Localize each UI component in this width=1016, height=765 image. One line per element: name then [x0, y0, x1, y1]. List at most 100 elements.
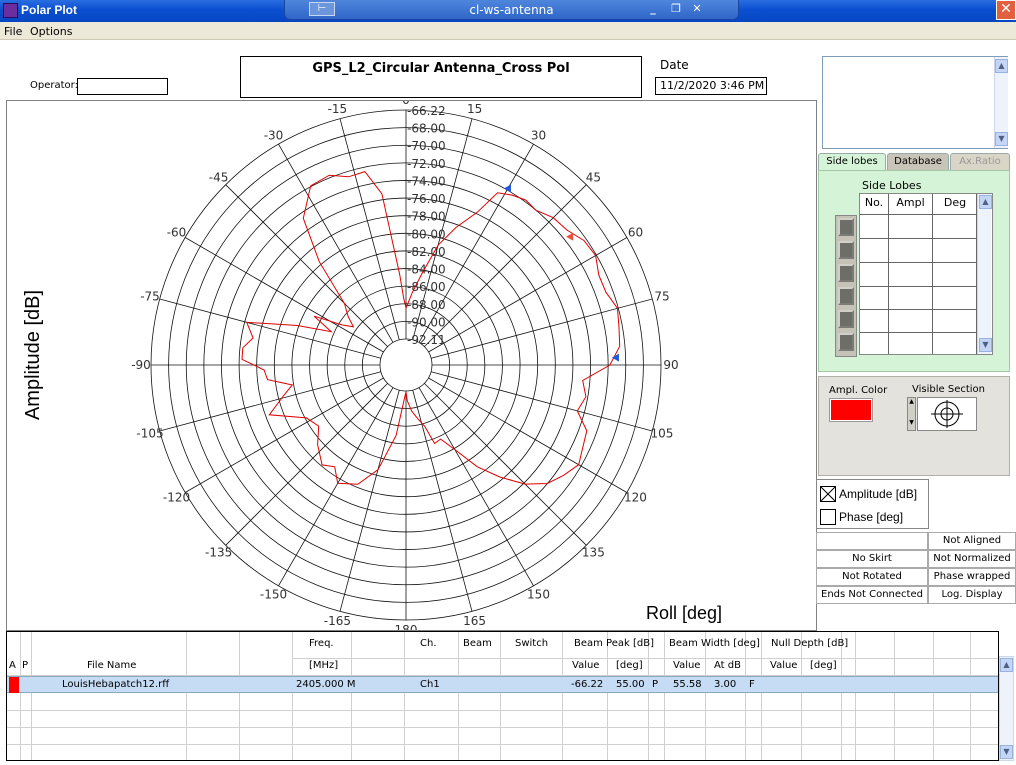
col-bp-deg: [deg] — [616, 660, 643, 671]
angle-tick-label: 75 — [654, 289, 669, 303]
side-lobe-select-button[interactable] — [838, 218, 854, 236]
x-axis-label: Roll [deg] — [646, 603, 723, 623]
side-lobe-select-button[interactable] — [838, 241, 854, 259]
angle-tick-label: 180 — [395, 623, 418, 631]
angle-tick-label: 30 — [531, 129, 546, 143]
angle-tick-label: 120 — [624, 491, 647, 505]
grid-spoke — [159, 298, 381, 359]
side-lobe-select-button[interactable] — [838, 310, 854, 328]
radial-tick-label: -88.00 — [407, 298, 446, 312]
angle-tick-label: -90 — [131, 358, 151, 372]
close-icon[interactable]: ✕ — [689, 2, 705, 16]
scroll-up-icon[interactable]: ▲ — [1000, 658, 1013, 672]
date-field[interactable]: 11/2/2020 3:46 PM — [655, 77, 767, 95]
col-freq[interactable]: Freq. — [309, 638, 334, 649]
angle-tick-label: 45 — [586, 171, 601, 185]
radial-tick-label: -92.11 — [407, 333, 446, 347]
row-color-marker[interactable] — [9, 677, 19, 693]
col-switch[interactable]: Switch — [515, 638, 548, 649]
visible-section-spinner[interactable]: ▲ ▼ — [907, 397, 916, 431]
phase-checkbox[interactable] — [820, 509, 836, 525]
polar-plot-panel[interactable]: 0153045607590105120135150165180-165-150-… — [6, 100, 817, 631]
app-title: Polar Plot — [21, 3, 78, 17]
status-no-skirt[interactable]: No Skirt — [816, 550, 928, 568]
side-lobes-scrollbar[interactable]: ▲ ▼ — [977, 194, 992, 354]
tab-database[interactable]: Database — [887, 153, 949, 171]
col-nd-deg: [deg] — [810, 660, 837, 671]
angle-tick-label: -165 — [324, 614, 351, 628]
minimize-icon[interactable]: _ — [645, 2, 661, 16]
ampl-color-swatch[interactable] — [830, 399, 872, 421]
radial-tick-label: -84.00 — [407, 263, 446, 277]
angle-tick-label: 135 — [582, 545, 605, 559]
scroll-up-icon[interactable]: ▲ — [979, 195, 992, 209]
tab-side-lobes[interactable]: Side lobes — [818, 153, 886, 171]
col-beam[interactable]: Beam — [463, 638, 492, 649]
status-grid: Not Aligned No Skirt Not Normalized Not … — [816, 532, 1016, 604]
angle-tick-label: 150 — [527, 587, 550, 601]
visible-section-selector[interactable] — [917, 397, 977, 431]
legend-panel: Amplitude [dB] Phase [deg] — [816, 479, 929, 529]
amplitude-checkbox[interactable] — [820, 486, 836, 502]
notes-box[interactable]: ▲ ▼ — [822, 56, 1008, 149]
remote-session-bar: ⊢ cl-ws-antenna _ ❐ ✕ — [284, 0, 739, 20]
operator-field[interactable] — [77, 78, 168, 95]
color-panel: Ampl. Color Visible Section ▲ ▼ — [818, 376, 1010, 476]
status-not-rotated[interactable]: Not Rotated — [816, 568, 928, 586]
operator-label: Operator: — [30, 80, 78, 91]
angle-tick-label: -45 — [209, 171, 229, 185]
amplitude-legend-label: Amplitude [dB] — [839, 487, 918, 501]
radial-tick-label: -70.00 — [407, 139, 446, 153]
menu-options[interactable]: Options — [30, 25, 72, 38]
col-beam-width[interactable]: Beam Width [deg] — [669, 638, 760, 649]
status-ends-not-connected[interactable]: Ends Not Connected — [816, 586, 928, 604]
status-phase-wrapped[interactable]: Phase wrapped — [928, 568, 1016, 586]
side-lobe-select-button[interactable] — [838, 287, 854, 305]
angle-tick-label: 165 — [463, 614, 486, 628]
angle-tick-label: -120 — [163, 491, 190, 505]
scroll-down-icon[interactable]: ▼ — [979, 338, 992, 352]
scroll-up-icon[interactable]: ▲ — [995, 59, 1008, 73]
grid-spoke — [339, 390, 400, 612]
restore-icon[interactable]: ❐ — [668, 2, 684, 16]
status-not-normalized[interactable]: Not Normalized — [928, 550, 1016, 568]
radial-tick-label: -76.00 — [407, 192, 446, 206]
trace-marker — [503, 184, 511, 193]
status-not-aligned[interactable]: Not Aligned — [928, 532, 1016, 550]
angle-tick-label: -75 — [140, 289, 160, 303]
side-lobe-select-button[interactable] — [838, 333, 854, 351]
col-bw-value: Value — [673, 660, 701, 671]
plot-title-box[interactable]: GPS_L2_Circular Antenna_Cross Pol — [240, 56, 642, 98]
side-lobes-table[interactable]: No. Ampl Deg ▲ ▼ — [859, 193, 993, 355]
col-beam-peak[interactable]: Beam Peak [dB] — [574, 638, 654, 649]
col-null-depth[interactable]: Null Depth [dB] — [771, 638, 848, 649]
phase-legend-label: Phase [deg] — [839, 510, 904, 524]
status-cell[interactable] — [816, 532, 928, 550]
radial-tick-label: -82.00 — [407, 245, 446, 259]
row-bw-value: 55.58 — [673, 679, 702, 690]
grid-spoke — [428, 377, 628, 493]
angle-tick-label: -150 — [260, 587, 287, 601]
radial-tick-label: -68.00 — [407, 122, 446, 136]
crosshair-icon — [931, 400, 963, 428]
status-log-display[interactable]: Log. Display — [928, 586, 1016, 604]
notes-scrollbar[interactable]: ▲ ▼ — [994, 57, 1008, 148]
side-lobe-select-button[interactable] — [838, 264, 854, 282]
row-ch: Ch1 — [420, 679, 440, 690]
col-ch[interactable]: Ch. — [420, 638, 437, 649]
menu-bar: File Options — [0, 22, 1016, 40]
window-close-button[interactable]: ✕ — [996, 0, 1016, 20]
trace-marker — [566, 232, 574, 241]
menu-file[interactable]: File — [4, 25, 22, 38]
col-file-name[interactable]: File Name — [87, 660, 136, 671]
radial-tick-label: -72.00 — [407, 157, 446, 171]
row-bp-deg: 55.00 — [616, 679, 645, 690]
scroll-down-icon[interactable]: ▼ — [1000, 745, 1013, 759]
table-scrollbar[interactable]: ▲ ▼ — [999, 656, 1014, 761]
scroll-down-icon[interactable]: ▼ — [995, 132, 1008, 146]
y-axis-label: Amplitude [dB] — [22, 289, 44, 421]
file-table[interactable]: A P File Name Freq. [MHz] Ch. Beam Switc… — [6, 631, 999, 761]
column-ampl: Ampl — [896, 196, 925, 209]
angle-tick-label: 90 — [663, 358, 678, 372]
tab-ax-ratio[interactable]: Ax.Ratio — [950, 153, 1010, 171]
